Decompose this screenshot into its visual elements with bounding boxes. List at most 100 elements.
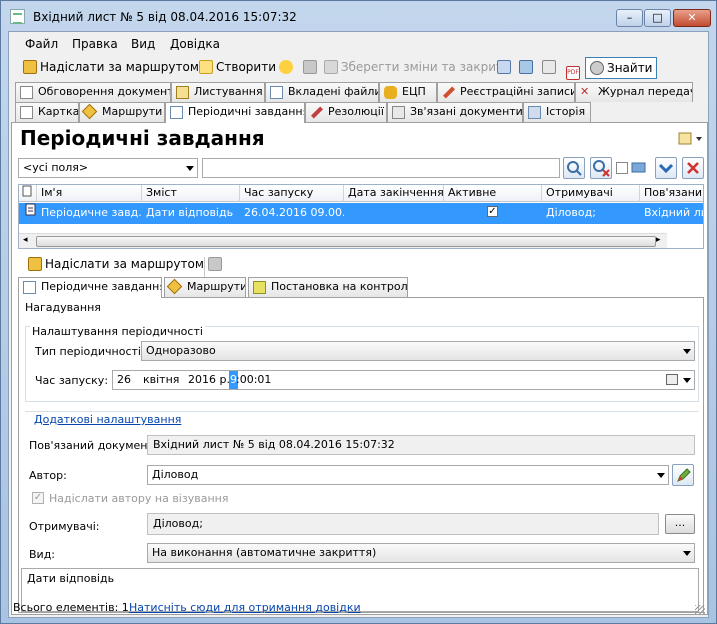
tab-detail-routes[interactable]: Маршрути: [164, 277, 246, 297]
favorite-button[interactable]: [279, 59, 296, 77]
detail-tabs: Періодичне завдання Маршрути Постановка …: [18, 277, 704, 298]
start-day[interactable]: 26: [117, 371, 131, 389]
cell-content: Дати відповідь: [146, 206, 234, 219]
find-button[interactable]: Знайти: [585, 57, 658, 79]
menu-edit[interactable]: Правка: [72, 37, 118, 51]
save-close-button[interactable]: Зберегти зміни та закрити: [303, 59, 511, 77]
maximize-button[interactable]: □: [644, 9, 671, 27]
column-header-name[interactable]: Ім'я: [37, 185, 142, 202]
tab-digital-signature[interactable]: ЕЦП: [379, 82, 437, 102]
browse-recipients-button[interactable]: ...: [665, 514, 695, 534]
horizontal-scrollbar[interactable]: ◂ ▸: [19, 233, 667, 248]
save-close-icon: [323, 60, 338, 74]
discussion-icon: [20, 86, 33, 99]
periodic-task-form: Нагадування Налаштування періодичності Т…: [18, 297, 704, 613]
tab-registration-records[interactable]: Реєстраційні записи: [437, 82, 575, 102]
start-minutes-seconds[interactable]: :00:01: [236, 371, 271, 389]
periodic-settings-group: Налаштування періодичності Тип періодичн…: [25, 325, 699, 402]
tab-attached-files[interactable]: Вкладені файли: [265, 82, 379, 102]
tab-discussion[interactable]: Обговорення документа: [15, 82, 171, 102]
chevron-down-icon: [186, 166, 194, 171]
attach-button[interactable]: [519, 59, 536, 77]
save-icon: [208, 257, 222, 271]
start-year[interactable]: 2016 р.: [188, 371, 230, 389]
periodic-settings-label: Налаштування періодичності: [30, 325, 205, 338]
close-search-button[interactable]: [682, 157, 704, 179]
advanced-settings-link[interactable]: Додаткові налаштування: [34, 413, 181, 426]
close-button[interactable]: ✕: [673, 9, 711, 27]
chevron-down-icon: [658, 163, 674, 174]
search-option-checkbox[interactable]: [616, 162, 628, 174]
pdf-icon: PDF: [566, 66, 580, 80]
search-options-button[interactable]: [631, 160, 647, 174]
panel-menu-button[interactable]: [677, 131, 703, 147]
scrollbar-thumb[interactable]: [36, 236, 656, 247]
tab-history[interactable]: Історія: [523, 102, 591, 122]
column-header-active[interactable]: Активне: [444, 185, 542, 202]
menu-view[interactable]: Вид: [131, 37, 155, 51]
menu-file[interactable]: Файл: [25, 37, 58, 51]
calendar-icon[interactable]: [666, 374, 678, 385]
window-client: Файл Правка Вид Довідка Надіслати за мар…: [8, 31, 709, 618]
column-header-content[interactable]: Зміст: [142, 185, 240, 202]
tab-control[interactable]: Постановка на контроль: [248, 277, 408, 297]
chevron-down-icon[interactable]: [683, 378, 691, 383]
tab-transfer-log[interactable]: ✕ Журнал передачі: [575, 82, 693, 102]
search-input[interactable]: [202, 158, 560, 178]
kind-select[interactable]: На виконання (автоматичне закриття): [147, 543, 695, 563]
tab-resolutions[interactable]: Резолюції: [305, 102, 387, 122]
start-time-label: Час запуску:: [35, 374, 109, 387]
tab-periodic-task[interactable]: Періодичне завдання: [18, 277, 162, 298]
search-field-select[interactable]: <усі поля>: [18, 158, 198, 178]
cell-recipients: Діловод;: [546, 206, 596, 219]
cell-name: Періодичне завд...: [41, 206, 142, 219]
minimize-button[interactable]: –: [616, 9, 643, 27]
search-options-icon: [631, 162, 646, 173]
start-time-picker[interactable]: 26 квітня 2016 р. 9 :00:01: [112, 370, 695, 390]
edit-author-button[interactable]: [672, 464, 694, 486]
tab-correspondence[interactable]: Листування: [171, 82, 265, 102]
search-clear-icon: [593, 160, 610, 177]
detail-send-route-button[interactable]: Надіслати за маршрутом ▾: [28, 256, 214, 274]
tab-linked-documents[interactable]: Зв'язані документи: [387, 102, 523, 122]
cell-active-checkbox[interactable]: ✓: [483, 206, 503, 218]
menu-bar: Файл Правка Вид Довідка: [9, 32, 708, 54]
author-select[interactable]: Діловод: [147, 465, 669, 485]
column-header-end-date[interactable]: Дата закінчення: [344, 185, 444, 202]
send-author-checkbox[interactable]: ✓: [32, 492, 44, 504]
column-header-recipients[interactable]: Отримувачі: [542, 185, 640, 202]
document-tabs-row1: Обговорення документа Листування Вкладен…: [9, 82, 708, 102]
create-button[interactable]: Створити: [199, 59, 276, 77]
search-button[interactable]: [563, 157, 585, 179]
resize-grip-icon[interactable]: [695, 605, 705, 615]
cell-start-time: 26.04.2016 09.00...: [244, 206, 344, 219]
start-month[interactable]: квітня: [143, 371, 179, 389]
expand-button[interactable]: [655, 157, 677, 179]
column-header-linked[interactable]: Пов'язаний: [640, 185, 703, 202]
route-icon: [81, 103, 98, 120]
scroll-left-icon[interactable]: ◂: [23, 235, 28, 245]
column-header-start-time[interactable]: Час запуску: [240, 185, 344, 202]
help-link[interactable]: Натисніть сюди для отримання довідки: [129, 601, 361, 614]
route-icon: [23, 60, 37, 74]
tab-card[interactable]: Картка: [15, 102, 79, 122]
tab-routes[interactable]: Маршрути: [79, 102, 165, 122]
table-row[interactable]: Періодичне завд... Дати відповідь 26.04.…: [19, 203, 703, 224]
tab-periodic-tasks[interactable]: Періодичні завдання: [165, 102, 305, 123]
menu-help[interactable]: Довідка: [170, 37, 220, 51]
chevron-down-icon: [683, 349, 691, 354]
pdf-button[interactable]: PDF: [566, 59, 583, 80]
save-icon: [303, 60, 317, 74]
clear-search-button[interactable]: [590, 157, 612, 179]
scan-button[interactable]: [542, 59, 559, 77]
document-icon: [10, 9, 25, 24]
print-button[interactable]: [497, 59, 514, 77]
send-route-button[interactable]: Надіслати за маршрутом ▾: [23, 59, 209, 77]
period-type-select[interactable]: Одноразово: [141, 341, 695, 361]
periodic-task-icon: [170, 106, 183, 119]
main-toolbar: Надіслати за маршрутом ▾ Створити Зберег…: [9, 55, 708, 80]
linked-docs-icon: [392, 106, 405, 119]
detail-save-button[interactable]: [208, 256, 225, 274]
scroll-right-icon[interactable]: ▸: [656, 235, 661, 245]
divider: [25, 411, 699, 412]
